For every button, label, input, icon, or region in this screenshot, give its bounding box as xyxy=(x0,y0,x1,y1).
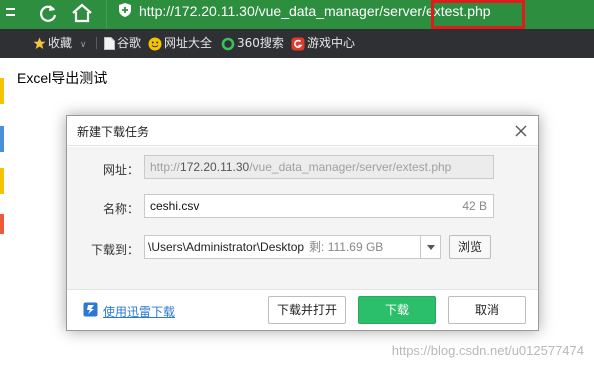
download-and-open-button[interactable]: 下载并打开 xyxy=(268,296,346,324)
thunder-icon xyxy=(83,302,98,317)
dialog-footer: 使用迅雷下载 下载并打开 下载 取消 xyxy=(67,289,538,330)
dialog-body: 网址： http://172.20.11.30/vue_data_manager… xyxy=(67,147,538,289)
use-thunder-link[interactable]: 使用迅雷下载 xyxy=(103,303,175,320)
bookmark-web-directory[interactable]: 网址大全 xyxy=(148,35,212,51)
bookmark-label: 360搜索 xyxy=(237,36,284,50)
page-title: Excel导出测试 xyxy=(17,70,108,86)
bookmark-360-search[interactable]: 360搜索 xyxy=(221,35,284,51)
url-host: 172.20.11.30 xyxy=(180,160,250,174)
chevron-down-icon[interactable]: ∨ xyxy=(80,40,87,50)
filename-input[interactable]: ceshi.csv 42 B xyxy=(144,194,494,218)
side-widget-yellow-2[interactable] xyxy=(0,168,4,194)
name-label: 名称： xyxy=(102,202,139,216)
cancel-button[interactable]: 取消 xyxy=(448,296,526,324)
bookmark-separator xyxy=(96,37,97,49)
refresh-icon[interactable] xyxy=(36,1,60,25)
new-download-dialog: 新建下载任务 网址： http://172.20.11.30/vue_data_… xyxy=(66,115,539,331)
file-size: 42 B xyxy=(462,199,487,213)
secure-shield-icon[interactable] xyxy=(119,3,131,17)
menu-icon[interactable] xyxy=(2,1,26,25)
url-prefix: http://172.20.11.30/vue_data_manager/ser… xyxy=(139,3,423,19)
url-highlight-box xyxy=(431,0,525,29)
side-widget-blue[interactable] xyxy=(0,126,4,152)
browse-button[interactable]: 浏览 xyxy=(449,235,491,259)
saveto-path-select[interactable]: \Users\Administrator\Desktop 剩: 111.69 GB xyxy=(144,235,441,259)
smiley-icon xyxy=(148,37,162,50)
toolbar-divider xyxy=(106,0,107,29)
url-scheme: http:// xyxy=(150,160,181,174)
browser-window: http://172.20.11.30/vue_data_manager/ser… xyxy=(0,0,594,368)
side-widget-red[interactable] xyxy=(0,214,4,234)
url-label: 网址： xyxy=(102,163,139,177)
close-icon[interactable] xyxy=(514,124,528,138)
url-field: http://172.20.11.30/vue_data_manager/ser… xyxy=(144,155,494,179)
saveto-label: 下载到： xyxy=(90,243,139,257)
home-icon[interactable] xyxy=(70,1,94,25)
url-path: /vue_data_manager/server/extest.php xyxy=(249,160,452,174)
bookmarks-bar: 收藏 ∨ 谷歌 网址大全 360搜索 游戏中心 xyxy=(0,29,594,58)
ring-icon xyxy=(221,37,235,50)
bookmark-label: 网址大全 xyxy=(164,36,213,50)
bookmark-label: 谷歌 xyxy=(117,36,142,50)
saveto-path: \Users\Administrator\Desktop xyxy=(148,240,305,254)
side-widget-yellow[interactable] xyxy=(0,78,4,104)
dialog-titlebar[interactable]: 新建下载任务 xyxy=(67,116,538,146)
bookmark-game-center[interactable]: 游戏中心 xyxy=(291,35,355,51)
free-space: 剩: 111.69 GB xyxy=(309,240,384,254)
filename-value: ceshi.csv xyxy=(150,199,200,213)
bookmark-label: 游戏中心 xyxy=(307,36,356,50)
bookmark-label: 收藏 xyxy=(48,36,73,50)
page-icon xyxy=(104,37,115,50)
bookmark-favorites[interactable]: 收藏 ∨ xyxy=(33,35,86,51)
bookmark-google[interactable]: 谷歌 xyxy=(104,35,141,51)
game-icon xyxy=(291,37,305,50)
watermark: https://blog.csdn.net/u012577474 xyxy=(391,343,584,358)
star-icon xyxy=(33,37,46,49)
chevron-down-icon[interactable] xyxy=(420,236,440,258)
download-button[interactable]: 下载 xyxy=(358,296,436,324)
browser-toolbar: http://172.20.11.30/vue_data_manager/ser… xyxy=(0,0,594,29)
dialog-title: 新建下载任务 xyxy=(77,125,150,139)
